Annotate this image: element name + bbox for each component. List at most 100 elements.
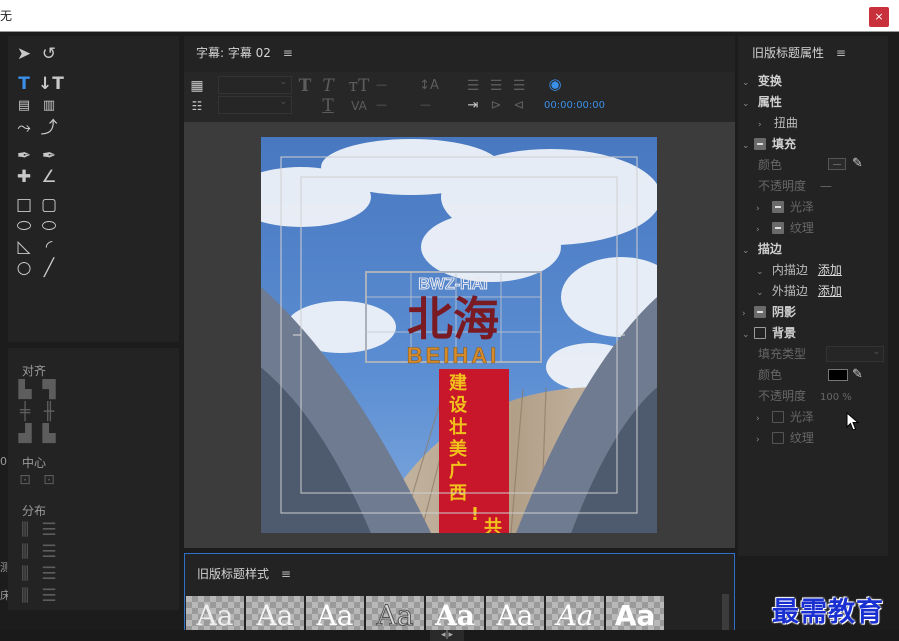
banner-char: 共 [484,517,502,533]
type-tool-icon[interactable]: T [13,74,35,94]
bg-sheen-checkbox[interactable] [771,411,784,423]
bg-opacity-value[interactable]: 100 % [820,392,852,403]
close-button[interactable]: × [869,7,889,27]
area-type-tool-icon[interactable]: ▤ [13,96,35,116]
align-left-icon[interactable]: ▙ [14,380,36,400]
distribute-right-icon[interactable]: ⫼ [14,564,36,584]
transform-section[interactable]: ⌄ 变换 [742,71,782,91]
align-text-center-icon[interactable]: ☰ [485,76,507,96]
path-type-tool-icon[interactable]: ⤳ [13,118,35,138]
inner-stroke-add-link[interactable]: 添加 [818,263,842,277]
styles-menu-icon[interactable]: ≡ [281,567,291,581]
texture-checkbox[interactable] [771,222,784,234]
fill-color-swatch[interactable] [828,158,846,170]
font-style-select[interactable]: ⌄ [218,96,292,114]
align-top-icon[interactable]: ▜ [38,380,60,400]
shadow-checkbox[interactable] [754,306,766,318]
selection-tool-icon[interactable]: ➤ [13,44,35,64]
distribute-center-h-icon[interactable]: ⫼ [14,542,36,562]
bg-texture-row[interactable]: › 纹理 [756,428,814,448]
vertical-area-type-tool-icon[interactable]: ▥ [38,96,60,116]
banner-char: 广 [449,460,467,482]
center-horizontal-icon[interactable]: ⊡ [14,470,36,490]
fill-section[interactable]: ⌄ 填充 [742,134,796,154]
vertical-path-type-tool-icon[interactable]: ⤴ [38,118,60,138]
font-size-value[interactable]: — [376,78,387,91]
tab-left-icon[interactable]: ⇥ [462,96,484,116]
background-video-icon[interactable]: ▦ [186,76,208,96]
distribute-left-icon[interactable]: ⫼ [14,520,36,540]
fill-texture-row[interactable]: › 纹理 [756,218,814,238]
attributes-section[interactable]: ⌄ 属性 [742,92,782,112]
tab-stops-icon[interactable]: ☷ [186,96,208,116]
distribute-center-v-icon[interactable]: ☰ [38,542,60,562]
stroke-label: 描边 [757,242,782,256]
bg-eyedropper-icon[interactable]: ✎ [852,367,863,382]
ellipse-tool-icon[interactable]: ○ [13,258,35,278]
arc-tool-icon[interactable]: ◜ [38,237,60,257]
timecode[interactable]: 00:00:00:00 [544,100,605,111]
properties-menu-icon[interactable]: ≡ [836,46,846,60]
tab-center-icon[interactable]: ⊳ [485,96,507,116]
fill-type-select[interactable]: ⌄ [826,346,884,362]
clipped-corner-tool-icon[interactable]: ⬭ [13,216,35,236]
distribute-top-icon[interactable]: ☰ [38,520,60,540]
bg-texture-label: 纹理 [789,431,814,445]
tab-right-icon[interactable]: ⊲ [508,96,530,116]
styles-scrollbar[interactable] [722,594,729,630]
show-background-video-icon[interactable]: ◉ [544,74,566,94]
wedge-tool-icon[interactable]: ◺ [13,237,35,257]
italic-icon[interactable]: T [317,76,339,96]
fill-color-label: 颜色 [758,158,783,172]
rotate-tool-icon[interactable]: ↺ [38,44,60,64]
font-size-icon[interactable]: ᴛT [348,76,370,96]
outer-stroke-add-link[interactable]: 添加 [818,284,842,298]
align-text-left-icon[interactable]: ☰ [462,76,484,96]
bold-icon[interactable]: T [294,76,316,96]
distort-row[interactable]: › 扭曲 [758,113,798,133]
distribute-v-space-icon[interactable]: ☰ [38,586,60,606]
title-canvas[interactable]: BWZ-HAI 北海 BEIHAI 建 设 壮 美 广 西 ! 共 [184,122,735,548]
rounded-rectangle-tool-icon[interactable]: ▢ [38,195,60,215]
bg-sheen-row[interactable]: › 光泽 [756,407,814,427]
sheen-checkbox[interactable] [771,201,784,213]
delete-anchor-tool-icon[interactable]: ✒ [38,146,60,166]
add-anchor-tool-icon[interactable]: ✚ [13,167,35,187]
pen-tool-icon[interactable]: ✒ [13,146,35,166]
center-vertical-icon[interactable]: ⊡ [38,470,60,490]
background-checkbox[interactable] [754,327,766,339]
rounded-corner-tool-icon[interactable]: ⬭ [38,216,60,236]
align-center-h-icon[interactable]: ╪ [14,402,36,422]
align-center-v-icon[interactable]: ╫ [38,402,60,422]
sign-main-text: 北海 [407,292,499,346]
resize-handle-icon[interactable]: ◂|▸ [430,630,464,641]
rectangle-tool-icon[interactable]: □ [13,195,35,215]
align-text-right-icon[interactable]: ☰ [508,76,530,96]
stroke-section[interactable]: ⌄ 描边 [742,239,782,259]
vertical-type-tool-icon[interactable]: ↓T [38,74,64,94]
background-section[interactable]: ⌄ 背景 [742,323,796,343]
bg-texture-checkbox[interactable] [771,432,784,444]
kerning-value[interactable]: — [376,98,387,111]
kerning-icon[interactable]: VA [348,96,370,116]
align-bottom-icon[interactable]: ▙ [38,424,60,444]
distribute-bottom-icon[interactable]: ☰ [38,564,60,584]
line-tool-icon[interactable]: ╱ [38,258,60,278]
fill-opacity-value[interactable]: — [820,179,832,193]
align-right-icon[interactable]: ▟ [14,424,36,444]
distribute-h-space-icon[interactable]: ⫼ [14,586,36,606]
underline-icon[interactable]: T [317,96,339,116]
shadow-section[interactable]: › 阴影 [742,302,796,322]
fill-sheen-row[interactable]: › 光泽 [756,197,814,217]
font-family-select[interactable]: ⌄ [218,76,292,94]
panel-menu-icon[interactable]: ≡ [283,46,293,60]
eyedropper-icon[interactable]: ✎ [852,156,863,171]
banner-char: 设 [449,395,467,416]
outer-stroke-row[interactable]: ⌄ 外描边 添加 [756,281,842,301]
convert-anchor-tool-icon[interactable]: ∠ [38,167,60,187]
inner-stroke-row[interactable]: ⌄ 内描边 添加 [756,260,842,280]
bg-color-swatch[interactable] [828,369,848,381]
fill-checkbox[interactable] [754,138,766,150]
leading-icon[interactable]: ↕A [418,76,440,96]
leading-value[interactable]: — [420,98,431,111]
